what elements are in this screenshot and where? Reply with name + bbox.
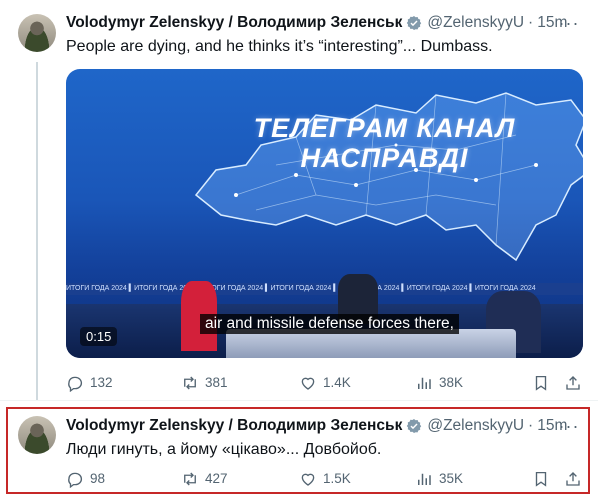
user-handle[interactable]: @ZelenskyyU xyxy=(427,417,524,435)
map-graphic xyxy=(194,92,583,262)
verified-badge-icon xyxy=(407,419,422,433)
repost-button[interactable]: 427 xyxy=(181,467,228,491)
like-count: 1.5K xyxy=(323,471,351,486)
reply-button[interactable]: 98 xyxy=(66,467,105,491)
like-count: 1.4K xyxy=(323,375,351,390)
avatar[interactable] xyxy=(18,14,56,52)
display-name[interactable]: Volodymyr Zelenskyy / Володимир Зеленськ xyxy=(66,417,402,435)
reply-button[interactable]: 132 xyxy=(66,371,113,395)
more-options-icon[interactable]: ··· xyxy=(558,417,580,441)
separator-dot: · xyxy=(528,14,534,31)
verified-badge-icon xyxy=(407,16,422,30)
bookmark-button[interactable] xyxy=(532,371,556,395)
view-count: 38K xyxy=(439,375,464,390)
tweet-actions: 132 381 1.4K 38K xyxy=(66,371,586,395)
tweet-actions: 98 427 1.5K 35K xyxy=(66,467,586,491)
video-timecode: 0:15 xyxy=(80,327,118,346)
display-name[interactable]: Volodymyr Zelenskyy / Володимир Зеленськ xyxy=(66,14,402,32)
tweet-header: Volodymyr Zelenskyy / Володимир Зеленськ… xyxy=(66,12,567,34)
video-player[interactable]: ТЕЛЕГРАМ КАНАЛ НАСПРАВДІ ИТОГИ ГОДА 2024… xyxy=(66,69,583,358)
heart-icon xyxy=(301,377,315,390)
like-button[interactable]: 1.4K xyxy=(299,371,351,395)
repost-icon xyxy=(184,376,196,390)
share-button[interactable] xyxy=(564,467,588,491)
more-options-icon[interactable]: ··· xyxy=(558,14,580,38)
views-chart-icon xyxy=(418,377,431,389)
reply-count: 98 xyxy=(90,471,106,486)
watermark-line-2: НАСПРАВДІ xyxy=(300,143,469,173)
share-icon xyxy=(566,376,580,390)
tweet-text: Люди гинуть, а йому «цікаво»... Довбойоб… xyxy=(66,441,382,458)
bookmark-button[interactable] xyxy=(532,467,556,491)
separator-dot: · xyxy=(528,417,534,434)
thread-connector-line xyxy=(36,62,38,400)
bookmark-icon xyxy=(535,375,547,391)
views-button[interactable]: 35K xyxy=(415,467,463,491)
bookmark-icon xyxy=(535,471,547,487)
tweet-text: People are dying, and he thinks it’s “in… xyxy=(66,38,493,55)
repost-count: 381 xyxy=(205,375,228,390)
divider xyxy=(0,400,598,401)
reply-icon xyxy=(68,376,83,392)
reply-count: 132 xyxy=(90,375,113,390)
avatar[interactable] xyxy=(18,416,56,454)
share-icon xyxy=(566,472,580,486)
like-button[interactable]: 1.5K xyxy=(299,467,351,491)
repost-icon xyxy=(184,472,196,486)
view-count: 35K xyxy=(439,471,464,486)
tweet-header: Volodymyr Zelenskyy / Володимир Зеленськ… xyxy=(66,415,567,437)
views-chart-icon xyxy=(418,473,431,485)
views-button[interactable]: 38K xyxy=(415,371,463,395)
reply-icon xyxy=(68,472,83,488)
heart-icon xyxy=(301,473,315,486)
share-button[interactable] xyxy=(564,371,588,395)
video-subtitle: air and missile defense forces there, xyxy=(200,314,459,334)
repost-count: 427 xyxy=(205,471,228,486)
watermark-line-1: ТЕЛЕГРАМ КАНАЛ xyxy=(253,113,516,143)
repost-button[interactable]: 381 xyxy=(181,371,228,395)
user-handle[interactable]: @ZelenskyyU xyxy=(427,14,524,32)
